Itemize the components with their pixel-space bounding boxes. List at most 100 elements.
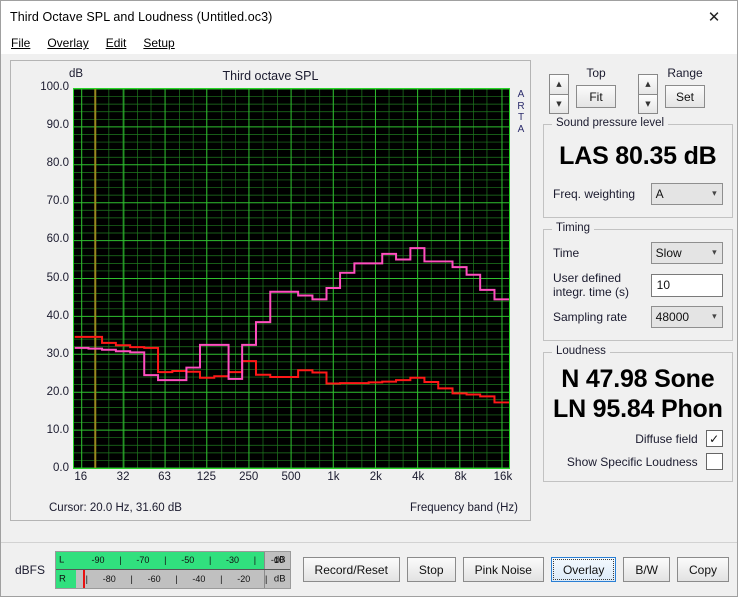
integration-time-input[interactable]: 10 — [650, 273, 723, 297]
integration-time-value: 10 — [656, 278, 671, 292]
meter-tick-label: | — [253, 555, 257, 566]
x-axis-tick-label: 125 — [196, 471, 216, 483]
arta-watermark-letter: T — [517, 112, 525, 123]
sampling-rate-label: Sampling rate — [553, 310, 628, 324]
dbfs-level-meter[interactable]: L dB -90 | -70 | -50 | -30 | -10 R dB | -80 | -60 | -… — [55, 550, 291, 589]
menu-item-edit[interactable]: Edit — [106, 34, 136, 52]
meter-fill-left — [56, 551, 281, 569]
x-axis-title: Frequency band (Hz) — [409, 502, 518, 514]
integration-time-row: User defined integr. time (s) 10 — [553, 271, 723, 299]
title-bar: Third Octave SPL and Loudness (Untitled.… — [1, 1, 737, 32]
time-label: Time — [553, 246, 580, 260]
integration-time-label-line2: integr. time (s) — [553, 285, 630, 299]
plot-area[interactable] — [73, 88, 510, 469]
y-axis-tick-label: 0.0 — [53, 462, 69, 474]
sampling-rate-select[interactable]: 48000 ▾ — [650, 306, 723, 328]
meter-tick-label: -20 — [237, 573, 251, 584]
y-axis-tick-label: 70.0 — [46, 195, 69, 208]
freq-weighting-row: Freq. weighting A ▾ — [553, 183, 723, 205]
meter-unit-label-bottom: dB — [273, 573, 286, 585]
meter-tick-label: | — [130, 573, 133, 584]
range-spinner[interactable]: ▲ ▼ — [638, 74, 658, 114]
meter-tick-label: | — [220, 573, 223, 584]
meter-tick-label: -60 — [147, 573, 161, 584]
menu-item-file[interactable]: File — [11, 34, 39, 52]
main-body: Third octave SPL dB 100.0 90.0 80.0 70.0 60.… — [1, 54, 737, 542]
x-axis-tick-label: 32 — [116, 471, 130, 483]
sampling-rate-value: 48000 — [655, 310, 690, 324]
show-specific-loudness-label: Show Specific Loudness — [566, 454, 698, 469]
time-select[interactable]: Slow ▾ — [650, 242, 723, 264]
loudness-group-legend: Loudness — [552, 345, 610, 357]
menu-overlay-label: Overlay — [47, 36, 89, 50]
stop-button[interactable]: Stop — [406, 557, 456, 582]
y-axis-tick-label: 60.0 — [46, 233, 69, 246]
range-spinner-up-icon[interactable]: ▲ — [638, 74, 658, 94]
sampling-rate-row: Sampling rate 48000 ▾ — [553, 306, 723, 328]
spl-group-legend: Sound pressure level — [552, 117, 669, 129]
meter-tick-label: -50 — [181, 555, 195, 566]
copy-button[interactable]: Copy — [676, 557, 729, 582]
x-axis-tick-label: 1k — [327, 471, 340, 483]
freq-weighting-value: A — [655, 187, 664, 201]
arta-watermark-letter: A — [517, 89, 525, 100]
meter-tick-label: | — [119, 555, 122, 566]
menu-bar: File Overlay Edit Setup — [1, 32, 737, 54]
range-label: Range — [667, 66, 703, 80]
range-label-stack: Range Set — [665, 66, 705, 108]
diffuse-field-label: Diffuse field — [635, 431, 698, 446]
freq-weighting-select[interactable]: A ▾ — [650, 183, 723, 205]
meter-left-channel-label: L — [59, 554, 65, 566]
meter-row-left: L dB -90 | -70 | -50 | -30 | -10 — [56, 551, 290, 570]
loudness-group: Loudness N 47.98 Sone LN 95.84 Phon Diff… — [543, 345, 733, 482]
record-reset-button[interactable]: Record/Reset — [302, 557, 400, 582]
y-axis-tick-label: 30.0 — [46, 347, 69, 360]
meter-tick-label: | — [175, 573, 178, 584]
meter-right-channel-label: R — [59, 573, 66, 585]
top-spinner-down-icon[interactable]: ▼ — [549, 93, 569, 114]
x-axis-tick-label: 16k — [493, 471, 513, 483]
close-icon[interactable]: ✕ — [691, 1, 737, 32]
meter-tick-label: -80 — [102, 573, 116, 584]
bottom-bar: dBFS L dB -90 | -70 | -50 | -30 | -10 R dB | -80 |… — [1, 542, 737, 596]
meter-tick-label: -90 — [91, 555, 105, 566]
chart-title: Third octave SPL — [222, 69, 319, 83]
arta-watermark: ARTA — [514, 89, 528, 135]
freq-weighting-label: Freq. weighting — [553, 187, 636, 201]
meter-tick-label: | — [208, 555, 212, 566]
menu-edit-label: Edit — [105, 36, 127, 50]
meter-row-right: R dB | -80 | -60 | -40 | -20 | — [56, 570, 290, 588]
bw-button[interactable]: B/W — [623, 557, 670, 582]
spl-readout: LAS 80.35 dB — [559, 142, 717, 170]
set-button[interactable]: Set — [665, 85, 705, 108]
fit-button[interactable]: Fit — [576, 85, 616, 108]
menu-setup-label: Setup — [143, 36, 175, 50]
top-spinner-up-icon[interactable]: ▲ — [549, 74, 569, 94]
time-row: Time Slow ▾ — [553, 242, 723, 264]
timing-group: Timing Time Slow ▾ User defined integr. … — [543, 222, 733, 341]
meter-tick-label: | — [265, 573, 268, 584]
diffuse-field-checkbox[interactable]: ✓ — [705, 430, 723, 447]
x-axis-tick-label: 4k — [412, 471, 425, 483]
sound-pressure-level-group: Sound pressure level LAS 80.35 dB Freq. … — [543, 117, 733, 218]
action-button-row: Record/Reset Stop Pink Noise Overlay B/W… — [302, 557, 729, 582]
top-spinner[interactable]: ▲ ▼ — [549, 74, 569, 114]
pink-noise-button[interactable]: Pink Noise — [462, 557, 544, 582]
menu-item-setup[interactable]: Setup — [143, 34, 183, 52]
chevron-down-icon: ▾ — [712, 248, 717, 258]
y-axis-ticks: 100.0 90.0 80.0 70.0 60.0 50.0 40.0 30.0 20.0 10.… — [11, 81, 69, 474]
app-window: Third Octave SPL and Loudness (Untitled.… — [0, 0, 738, 597]
range-spinner-down-icon[interactable]: ▼ — [638, 93, 658, 114]
y-axis-unit-label: dB — [69, 68, 84, 80]
menu-item-overlay[interactable]: Overlay — [47, 34, 97, 52]
diffuse-field-row: Diffuse field ✓ — [553, 430, 723, 447]
x-axis-tick-label: 8k — [454, 471, 467, 483]
loudness-sone-readout: N 47.98 Sone — [561, 365, 715, 393]
window-title: Third Octave SPL and Loudness (Untitled.… — [10, 9, 273, 24]
meter-tick-label: -10 — [270, 555, 284, 566]
show-specific-loudness-checkbox[interactable] — [705, 453, 723, 470]
chart-panel: Third octave SPL dB 100.0 90.0 80.0 70.0 60.… — [10, 60, 531, 521]
x-axis-tick-label: 16 — [74, 471, 88, 483]
top-label-stack: Top Fit — [576, 66, 616, 108]
overlay-button[interactable]: Overlay — [550, 557, 617, 582]
